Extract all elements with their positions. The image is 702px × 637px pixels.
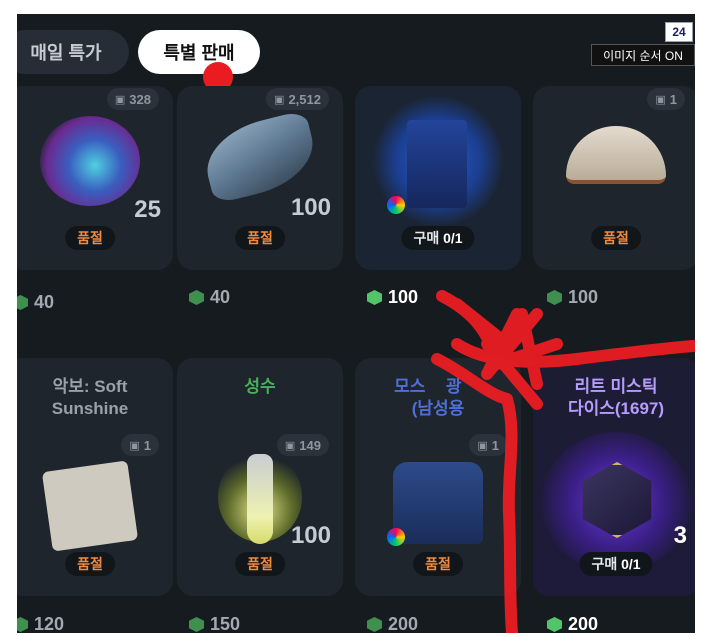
purchase-label: 구매 [591, 556, 618, 572]
box-icon: ▣ [274, 93, 285, 106]
rainbow-icon [387, 528, 405, 546]
item-title: 리트 미스틱 다이스(1697) [567, 377, 665, 418]
product-card[interactable]: ▣ 2,512 100 품절 [177, 86, 343, 270]
price-tag: 150 [189, 614, 240, 633]
stock-count-badge: ▣ 1 [121, 434, 159, 456]
item-title: 성수 [244, 377, 276, 396]
tab-special-label: 특별 판매 [163, 43, 235, 63]
gem-icon [189, 617, 204, 632]
tab-daily-label: 매일 특가 [30, 43, 102, 63]
soldout-label: 품절 [65, 226, 115, 250]
stock-count-badge: ▣ 328 [106, 88, 159, 110]
item-quantity: 25 [134, 196, 161, 223]
item-quantity: 3 [673, 522, 687, 549]
product-card[interactable]: 구매 0/1 [355, 86, 521, 270]
price-tag: 100 [547, 287, 598, 308]
wing-icon [198, 109, 322, 205]
shop-screen: 매일 특가 특별 판매 24 이미지 순서 ON ▣ 328 25 품절 ▣ 2,5… [17, 14, 695, 633]
product-card[interactable]: ▣ 328 25 품절 [17, 86, 173, 270]
soldout-label: 품절 [413, 552, 463, 576]
price-value: 40 [210, 287, 231, 307]
sheet-music-icon [41, 460, 139, 552]
soldout-label: 품절 [235, 552, 285, 576]
stock-count: 1 [669, 91, 677, 107]
gem-icon [17, 617, 28, 632]
jacket-icon [393, 462, 483, 544]
gem-icon [17, 295, 28, 310]
potion-bottle-art [247, 454, 273, 544]
soldout-label: 품절 [591, 226, 641, 250]
stock-count-badge: ▣ 1 [647, 88, 685, 110]
gem-icon [367, 290, 382, 305]
price-tag: 40 [189, 287, 230, 308]
stock-count-badge: ▣ 1 [469, 434, 507, 456]
price-tag: 120 [17, 614, 64, 633]
magic-orb-icon [40, 116, 140, 206]
purchase-label: 구매 [413, 230, 440, 246]
product-card[interactable]: ▣ 1 품절 [533, 86, 695, 270]
overlay-image-order-badge[interactable]: 이미지 순서 ON [591, 44, 695, 66]
box-icon: ▣ [114, 93, 126, 106]
stock-count: 328 [129, 91, 151, 107]
price-tag: 200 [547, 614, 598, 633]
soldout-label: 품절 [235, 226, 285, 250]
tab-daily-deals[interactable]: 매일 특가 [17, 30, 129, 74]
box-icon: ▣ [129, 439, 140, 452]
item-quantity: 100 [290, 522, 331, 549]
price-tag: 100 [367, 287, 418, 308]
gem-icon [547, 617, 562, 632]
stock-count: 1 [491, 437, 499, 453]
item-title: 악보: Soft Sunshine [51, 377, 129, 418]
box-icon: ▣ [284, 439, 296, 452]
product-card[interactable]: 리트 미스틱 다이스(1697) 3 구매 0/1 [533, 358, 695, 596]
soldout-label: 품절 [65, 552, 115, 576]
price-tag: 200 [367, 614, 418, 633]
tab-special-sale[interactable]: 특별 판매 [138, 30, 260, 74]
wallpaper-art [407, 120, 467, 208]
stock-count: 1 [143, 437, 151, 453]
gem-icon [547, 290, 562, 305]
price-value: 150 [210, 614, 241, 633]
product-card[interactable]: 모스 ᅟ광 ᅟ (남성용 ▣ 1 품절 [355, 358, 521, 596]
stock-count: 149 [299, 437, 321, 453]
purchase-limit: 구매 0/1 [579, 552, 653, 576]
price-tag: 40 [17, 292, 54, 313]
purchase-limit: 구매 0/1 [401, 226, 475, 250]
product-card[interactable]: 악보: Soft Sunshine ▣ 1 품절 [17, 358, 173, 596]
price-value: 200 [388, 614, 419, 633]
product-card[interactable]: 성수 ▣ 149 100 품절 [177, 358, 343, 596]
purchase-value: 0/1 [443, 230, 463, 246]
stock-count-badge: ▣ 2,512 [266, 88, 329, 110]
item-title: 모스 ᅟ광 ᅟ (남성용 [394, 377, 482, 418]
box-icon: ▣ [655, 93, 666, 106]
price-value: 100 [568, 287, 599, 307]
gem-icon [189, 290, 204, 305]
overlay-number-badge: 24 [665, 22, 693, 42]
price-value: 100 [388, 287, 419, 307]
stock-count: 2,512 [288, 91, 321, 107]
gem-icon [367, 617, 382, 632]
price-value: 200 [568, 614, 599, 633]
price-value: 120 [34, 614, 65, 633]
price-value: 40 [34, 292, 55, 312]
rainbow-icon [387, 196, 405, 214]
box-icon: ▣ [477, 439, 488, 452]
purchase-value: 0/1 [621, 556, 641, 572]
item-quantity: 100 [290, 194, 331, 221]
stock-count-badge: ▣ 149 [276, 434, 329, 456]
handbag-icon [566, 126, 666, 184]
